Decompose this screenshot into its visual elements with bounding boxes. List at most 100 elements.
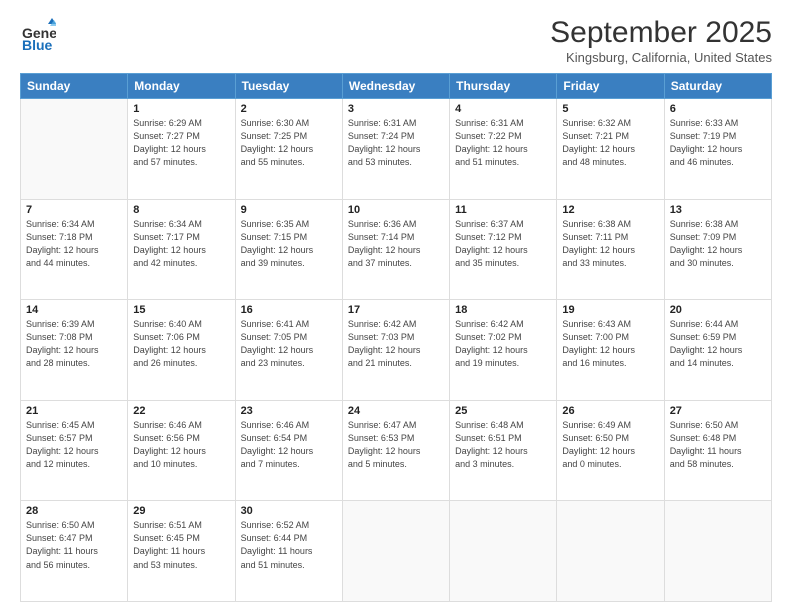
day-number: 14 bbox=[26, 304, 122, 316]
day-info: Sunrise: 6:30 AM Sunset: 7:25 PM Dayligh… bbox=[241, 117, 337, 169]
logo-icon: General Blue bbox=[20, 16, 56, 52]
day-info: Sunrise: 6:37 AM Sunset: 7:12 PM Dayligh… bbox=[455, 218, 551, 270]
title-block: September 2025 Kingsburg, California, Un… bbox=[550, 16, 772, 65]
day-number: 9 bbox=[241, 204, 337, 216]
day-info: Sunrise: 6:32 AM Sunset: 7:21 PM Dayligh… bbox=[562, 117, 658, 169]
day-info: Sunrise: 6:38 AM Sunset: 7:09 PM Dayligh… bbox=[670, 218, 766, 270]
calendar-cell-w3-d2: 15 Sunrise: 6:40 AM Sunset: 7:06 PM Dayli… bbox=[128, 300, 235, 401]
day-number: 30 bbox=[241, 505, 337, 517]
calendar-cell-w2-d3: 9Sunrise: 6:35 AM Sunset: 7:15 PM Daylig… bbox=[235, 199, 342, 300]
day-info: Sunrise: 6:45 AM Sunset: 6:57 PM Dayligh… bbox=[26, 419, 122, 471]
day-info: Sunrise: 6:33 AM Sunset: 7:19 PM Dayligh… bbox=[670, 117, 766, 169]
day-number: 4 bbox=[455, 103, 551, 115]
day-number: 29 bbox=[133, 505, 229, 517]
col-sunday: Sunday bbox=[21, 74, 128, 99]
day-info: Sunrise: 6:50 AM Sunset: 6:47 PM Dayligh… bbox=[26, 519, 122, 571]
col-monday: Monday bbox=[128, 74, 235, 99]
page: General Blue September 2025 Kingsburg, C… bbox=[0, 0, 792, 612]
calendar-cell-w1-d1 bbox=[21, 99, 128, 200]
day-number: 28 bbox=[26, 505, 122, 517]
day-info: Sunrise: 6:38 AM Sunset: 7:11 PM Dayligh… bbox=[562, 218, 658, 270]
svg-text:Blue: Blue bbox=[22, 37, 53, 52]
calendar-cell-w4-d2: 22 Sunrise: 6:46 AM Sunset: 6:56 PM Dayli… bbox=[128, 400, 235, 501]
day-number: 1 bbox=[133, 103, 229, 115]
calendar-cell-w5-d7 bbox=[664, 501, 771, 602]
calendar-cell-w1-d5: 4 Sunrise: 6:31 AM Sunset: 7:22 PM Daylig… bbox=[450, 99, 557, 200]
day-info: Sunrise: 6:47 AM Sunset: 6:53 PM Dayligh… bbox=[348, 419, 444, 471]
calendar-cell-w4-d3: 23Sunrise: 6:46 AM Sunset: 6:54 PM Dayli… bbox=[235, 400, 342, 501]
calendar-cell-w4-d1: 21Sunrise: 6:45 AM Sunset: 6:57 PM Dayli… bbox=[21, 400, 128, 501]
day-info: Sunrise: 6:42 AM Sunset: 7:02 PM Dayligh… bbox=[455, 318, 551, 370]
calendar-cell-w1-d3: 2 Sunrise: 6:30 AM Sunset: 7:25 PM Daylig… bbox=[235, 99, 342, 200]
location: Kingsburg, California, United States bbox=[550, 50, 772, 65]
day-number: 6 bbox=[670, 103, 766, 115]
calendar-cell-w3-d5: 18Sunrise: 6:42 AM Sunset: 7:02 PM Dayli… bbox=[450, 300, 557, 401]
calendar-header-row: Sunday Monday Tuesday Wednesday Thursday… bbox=[21, 74, 772, 99]
day-number: 17 bbox=[348, 304, 444, 316]
calendar-cell-w5-d5 bbox=[450, 501, 557, 602]
day-info: Sunrise: 6:49 AM Sunset: 6:50 PM Dayligh… bbox=[562, 419, 658, 471]
calendar-cell-w3-d1: 14 Sunrise: 6:39 AM Sunset: 7:08 PM Dayli… bbox=[21, 300, 128, 401]
week-row-2: 7Sunrise: 6:34 AM Sunset: 7:18 PM Daylig… bbox=[21, 199, 772, 300]
col-friday: Friday bbox=[557, 74, 664, 99]
day-number: 2 bbox=[241, 103, 337, 115]
day-number: 10 bbox=[348, 204, 444, 216]
calendar-cell-w4-d6: 26 Sunrise: 6:49 AM Sunset: 6:50 PM Dayli… bbox=[557, 400, 664, 501]
calendar-cell-w2-d5: 11 Sunrise: 6:37 AM Sunset: 7:12 PM Dayli… bbox=[450, 199, 557, 300]
day-info: Sunrise: 6:43 AM Sunset: 7:00 PM Dayligh… bbox=[562, 318, 658, 370]
calendar-cell-w1-d2: 1 Sunrise: 6:29 AM Sunset: 7:27 PM Daylig… bbox=[128, 99, 235, 200]
calendar-cell-w5-d6 bbox=[557, 501, 664, 602]
week-row-1: 1 Sunrise: 6:29 AM Sunset: 7:27 PM Daylig… bbox=[21, 99, 772, 200]
day-number: 19 bbox=[562, 304, 658, 316]
day-number: 20 bbox=[670, 304, 766, 316]
logo: General Blue bbox=[20, 16, 56, 52]
calendar-cell-w2-d7: 13 Sunrise: 6:38 AM Sunset: 7:09 PM Dayli… bbox=[664, 199, 771, 300]
col-thursday: Thursday bbox=[450, 74, 557, 99]
day-info: Sunrise: 6:39 AM Sunset: 7:08 PM Dayligh… bbox=[26, 318, 122, 370]
day-number: 27 bbox=[670, 405, 766, 417]
day-number: 3 bbox=[348, 103, 444, 115]
week-row-5: 28 Sunrise: 6:50 AM Sunset: 6:47 PM Dayli… bbox=[21, 501, 772, 602]
calendar-cell-w1-d6: 5Sunrise: 6:32 AM Sunset: 7:21 PM Daylig… bbox=[557, 99, 664, 200]
calendar-cell-w3-d4: 17Sunrise: 6:42 AM Sunset: 7:03 PM Dayli… bbox=[342, 300, 449, 401]
day-info: Sunrise: 6:50 AM Sunset: 6:48 PM Dayligh… bbox=[670, 419, 766, 471]
calendar-cell-w2-d6: 12Sunrise: 6:38 AM Sunset: 7:11 PM Dayli… bbox=[557, 199, 664, 300]
day-info: Sunrise: 6:29 AM Sunset: 7:27 PM Dayligh… bbox=[133, 117, 229, 169]
day-number: 22 bbox=[133, 405, 229, 417]
day-info: Sunrise: 6:34 AM Sunset: 7:17 PM Dayligh… bbox=[133, 218, 229, 270]
day-info: Sunrise: 6:46 AM Sunset: 6:56 PM Dayligh… bbox=[133, 419, 229, 471]
calendar-cell-w3-d6: 19 Sunrise: 6:43 AM Sunset: 7:00 PM Dayli… bbox=[557, 300, 664, 401]
calendar-cell-w2-d2: 8 Sunrise: 6:34 AM Sunset: 7:17 PM Daylig… bbox=[128, 199, 235, 300]
day-info: Sunrise: 6:31 AM Sunset: 7:22 PM Dayligh… bbox=[455, 117, 551, 169]
day-info: Sunrise: 6:51 AM Sunset: 6:45 PM Dayligh… bbox=[133, 519, 229, 571]
day-info: Sunrise: 6:48 AM Sunset: 6:51 PM Dayligh… bbox=[455, 419, 551, 471]
month-title: September 2025 bbox=[550, 16, 772, 50]
col-wednesday: Wednesday bbox=[342, 74, 449, 99]
calendar-cell-w5-d3: 30Sunrise: 6:52 AM Sunset: 6:44 PM Dayli… bbox=[235, 501, 342, 602]
calendar-cell-w5-d4 bbox=[342, 501, 449, 602]
calendar-cell-w4-d4: 24 Sunrise: 6:47 AM Sunset: 6:53 PM Dayli… bbox=[342, 400, 449, 501]
day-number: 8 bbox=[133, 204, 229, 216]
calendar-cell-w2-d1: 7Sunrise: 6:34 AM Sunset: 7:18 PM Daylig… bbox=[21, 199, 128, 300]
day-info: Sunrise: 6:41 AM Sunset: 7:05 PM Dayligh… bbox=[241, 318, 337, 370]
day-number: 15 bbox=[133, 304, 229, 316]
day-info: Sunrise: 6:40 AM Sunset: 7:06 PM Dayligh… bbox=[133, 318, 229, 370]
week-row-3: 14 Sunrise: 6:39 AM Sunset: 7:08 PM Dayli… bbox=[21, 300, 772, 401]
calendar-cell-w1-d4: 3Sunrise: 6:31 AM Sunset: 7:24 PM Daylig… bbox=[342, 99, 449, 200]
header: General Blue September 2025 Kingsburg, C… bbox=[20, 16, 772, 65]
calendar-cell-w3-d7: 20 Sunrise: 6:44 AM Sunset: 6:59 PM Dayli… bbox=[664, 300, 771, 401]
day-info: Sunrise: 6:46 AM Sunset: 6:54 PM Dayligh… bbox=[241, 419, 337, 471]
col-saturday: Saturday bbox=[664, 74, 771, 99]
day-info: Sunrise: 6:44 AM Sunset: 6:59 PM Dayligh… bbox=[670, 318, 766, 370]
calendar-cell-w5-d2: 29 Sunrise: 6:51 AM Sunset: 6:45 PM Dayli… bbox=[128, 501, 235, 602]
day-number: 11 bbox=[455, 204, 551, 216]
day-number: 26 bbox=[562, 405, 658, 417]
calendar-cell-w3-d3: 16Sunrise: 6:41 AM Sunset: 7:05 PM Dayli… bbox=[235, 300, 342, 401]
calendar-cell-w5-d1: 28 Sunrise: 6:50 AM Sunset: 6:47 PM Dayli… bbox=[21, 501, 128, 602]
day-info: Sunrise: 6:36 AM Sunset: 7:14 PM Dayligh… bbox=[348, 218, 444, 270]
calendar-cell-w2-d4: 10 Sunrise: 6:36 AM Sunset: 7:14 PM Dayli… bbox=[342, 199, 449, 300]
day-number: 24 bbox=[348, 405, 444, 417]
col-tuesday: Tuesday bbox=[235, 74, 342, 99]
day-number: 13 bbox=[670, 204, 766, 216]
calendar-table: Sunday Monday Tuesday Wednesday Thursday… bbox=[20, 73, 772, 602]
